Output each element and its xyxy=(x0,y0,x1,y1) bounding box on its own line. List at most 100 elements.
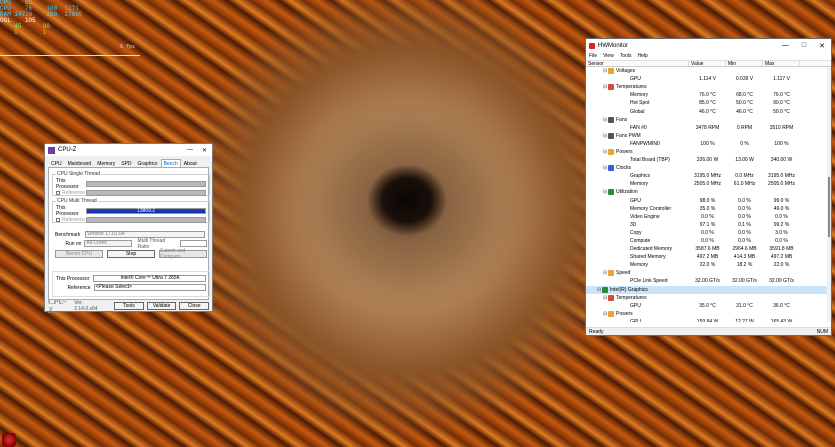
sensor-row[interactable]: Memory 2505.0 MHz 61.0 MHz 2505.0 MHz xyxy=(586,180,831,188)
sensor-row[interactable]: Global 46.0 °C 46.0 °C 50.0 °C xyxy=(586,107,831,115)
value-cell: 35.0 % xyxy=(699,205,716,212)
cpuz-window[interactable]: CPU-Z — ✕ CPU Mainboard Memory SPD Graphics B… xyxy=(44,143,213,315)
sensor-group-row[interactable]: ⊟ Powers xyxy=(586,310,831,318)
hwm-titlebar[interactable]: HWMonitor — □ ✕ xyxy=(586,39,831,52)
sensor-group-row[interactable]: ⊟ Fans xyxy=(586,116,831,124)
sensor-row[interactable]: Shared Memory 497.2 MB 414.3 MB 497.2 MB xyxy=(586,253,831,261)
sensor-label: Fans PWM xyxy=(616,132,641,139)
tab-about[interactable]: About xyxy=(181,159,200,167)
tab-bench[interactable]: Bench xyxy=(160,159,181,167)
sensor-cell: Total Board (TBP) xyxy=(586,157,689,163)
cpuz-titlebar[interactable]: CPU-Z — ✕ xyxy=(45,144,212,156)
label: Run on xyxy=(65,240,82,247)
sensor-group-row[interactable]: ⊟ Fans PWM xyxy=(586,132,831,140)
sensor-label: GPU xyxy=(630,197,641,204)
cpuz-footer: CPU-Z Ver. 2.14.0.x64 Tools Validate Clo… xyxy=(45,297,212,315)
sensor-label: Speed xyxy=(616,270,631,277)
sensor-group-row[interactable]: ⊟ Temperatures xyxy=(586,294,831,302)
app-icon[interactable] xyxy=(2,433,16,447)
sensor-row[interactable]: GPU 98.0 % 0.0 % 99.0 % xyxy=(586,197,831,205)
menu-tools[interactable]: Tools xyxy=(620,53,632,59)
tab-cpu[interactable]: CPU xyxy=(48,159,65,167)
label: Reference xyxy=(62,216,86,223)
max-cell: 0.0 % xyxy=(775,213,788,220)
sensor-label: Intel(R) Graphics xyxy=(610,286,648,293)
minimize-icon[interactable]: — xyxy=(782,42,789,50)
sensor-group-row[interactable]: ⊟ Voltages xyxy=(586,67,831,75)
sensor-row[interactable]: Video Engine 0.0 % 0.0 % 0.0 % xyxy=(586,213,831,221)
sensor-group-row[interactable]: ⊟ Powers xyxy=(586,148,831,156)
sensor-group-row[interactable]: ⊟ Clocks xyxy=(586,164,831,172)
sensor-row[interactable]: Graphics 3195.0 MHz 0.0 MHz 3195.0 MHz xyxy=(586,172,831,180)
max-cell: 2505.0 MHz xyxy=(768,181,795,188)
min-cell: 0.039 V xyxy=(735,76,754,83)
sensor-row[interactable]: Memory 76.0 °C 68.0 °C 76.0 °C xyxy=(586,91,831,99)
reference-checkbox[interactable] xyxy=(56,217,60,222)
min-cell: 32.00 GT/s xyxy=(732,278,757,285)
sensor-row[interactable]: Memory Controller 35.0 % 0.0 % 49.0 % xyxy=(586,205,831,213)
reference-checkbox[interactable] xyxy=(56,190,60,195)
sensor-row[interactable]: GPU 159.84 W 12.27 W 165.43 W xyxy=(586,318,831,322)
sensor-row[interactable]: Dedicated Memory 3587.6 MB 2964.6 MB 3591.8… xyxy=(586,245,831,253)
multi-ref-bar xyxy=(86,216,206,223)
sensor-row[interactable]: GPU 35.0 °C 31.0 °C 36.0 °C xyxy=(586,302,831,310)
sensor-cell: Global xyxy=(586,109,689,115)
hwmonitor-window[interactable]: HWMonitor — □ ✕ File View Tools Help Sensor… xyxy=(585,38,832,336)
sensor-cell: ⊟ Powers xyxy=(586,148,689,155)
sensor-row[interactable]: Compute 0.0 % 0.0 % 0.0 % xyxy=(586,237,831,245)
sensor-cell: Hot Spot xyxy=(586,100,689,106)
min-cell: 0.0 MHz xyxy=(735,173,754,180)
menu-help[interactable]: Help xyxy=(638,53,648,59)
sensor-group-row[interactable]: ⊟ Temperatures xyxy=(586,83,831,91)
sensor-group-row[interactable]: ⊟ Utilization xyxy=(586,188,831,196)
header-min[interactable]: Min xyxy=(726,61,763,67)
scrollbar-thumb[interactable] xyxy=(828,177,830,237)
bench-cpu-button[interactable]: Bench CPU xyxy=(55,249,103,258)
validate-button[interactable]: Validate xyxy=(146,302,177,310)
sensor-row[interactable]: Memory 22.0 % 18.2 % 22.0 % xyxy=(586,261,831,269)
sensor-group-row[interactable]: ⊟ Speed xyxy=(586,269,831,277)
sensor-group-row[interactable]: ⊟ Intel(R) Graphics xyxy=(586,285,831,294)
header-sensor[interactable]: Sensor xyxy=(586,61,689,67)
tab-mainboard[interactable]: Mainboard xyxy=(65,159,95,167)
sensor-label: Voltages xyxy=(616,68,636,75)
sensor-row[interactable]: FAN #0 3478 RPM 0 RPM 3510 RPM xyxy=(586,124,831,132)
stop-button[interactable]: Stop xyxy=(107,249,155,258)
sensor-row[interactable]: GPU 1.114 V 0.039 V 1.117 V xyxy=(586,75,831,83)
sensor-tree: ⊟ Voltages GPU 1.114 V 0.039 V 1.117 V ⊟ Temper… xyxy=(586,67,831,322)
header-value[interactable]: Value xyxy=(689,61,726,67)
close-icon[interactable]: ✕ xyxy=(819,42,825,50)
fans-pwm-icon xyxy=(608,132,614,139)
scrollbar[interactable] xyxy=(827,67,831,322)
version: Ver. 2.14.0.x64 xyxy=(74,300,98,312)
maximize-icon[interactable]: □ xyxy=(802,42,806,50)
sensor-row[interactable]: FANPWMIN0 100 % 0 % 100 % xyxy=(586,140,831,148)
sensor-row[interactable]: Total Board (TBP) 326.00 W 13.00 W 340.00 W xyxy=(586,156,831,164)
submit-compare-button[interactable]: Submit and Compare xyxy=(159,248,207,260)
sensor-row[interactable]: Copy 0.0 % 0.0 % 3.0 % xyxy=(586,229,831,237)
value-cell: 2505.0 MHz xyxy=(694,181,721,188)
header-max[interactable]: Max xyxy=(763,61,800,67)
close-button[interactable]: Close xyxy=(179,302,210,310)
tab-graphics[interactable]: Graphics xyxy=(135,159,161,167)
tab-memory[interactable]: Memory xyxy=(94,159,118,167)
sensor-row[interactable]: 3D 97.1 % 0.1 % 99.2 % xyxy=(586,221,831,229)
tools-button[interactable]: Tools xyxy=(114,302,144,310)
status-text: Ready xyxy=(589,328,604,335)
tab-spd[interactable]: SPD xyxy=(118,159,134,167)
close-icon[interactable]: ✕ xyxy=(202,147,207,154)
label: This Processor xyxy=(56,177,79,190)
processor-group: This Processor Intel® Core™ Ultra 7 265K … xyxy=(52,271,210,297)
sensor-label: GPU xyxy=(630,302,641,309)
reference-select[interactable]: <Please Select> xyxy=(93,284,206,291)
minimize-button[interactable]: — xyxy=(187,147,193,154)
menu-view[interactable]: View xyxy=(603,53,614,59)
overlay-value: 1 1 xyxy=(14,29,47,36)
sensor-row[interactable]: Hot Spot 85.0 °C 50.0 °C 90.0 °C xyxy=(586,99,831,107)
sensor-row[interactable]: PCIe Link Speed 32.00 GT/s 32.00 GT/s 32.00… xyxy=(586,277,831,285)
max-cell: 3591.8 MB xyxy=(769,246,794,253)
max-cell: 497.2 MB xyxy=(770,254,793,261)
run-on-select[interactable]: All Cores xyxy=(84,240,132,247)
sensor-label: Video Engine xyxy=(630,213,660,220)
menu-file[interactable]: File xyxy=(589,53,597,59)
